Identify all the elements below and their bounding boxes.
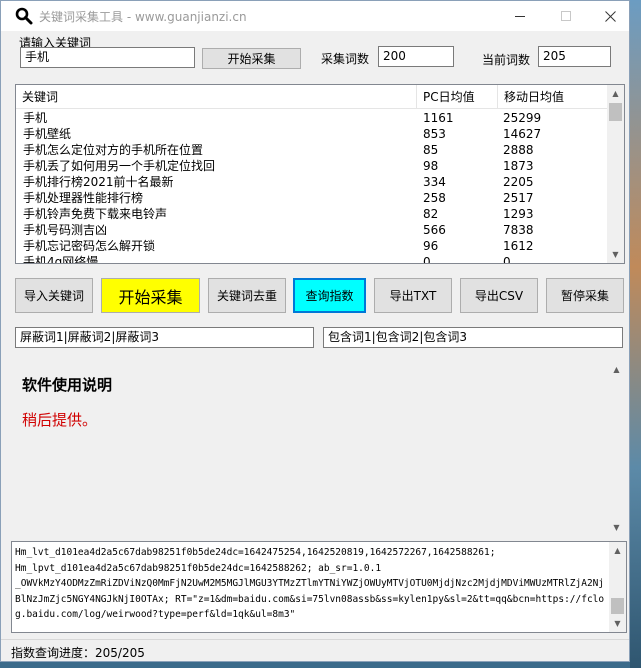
cell-pc: 96 (423, 239, 439, 253)
app-window: 关键词采集工具 - www.guanjianzi.cn 请输入关键词 手机 开始… (0, 0, 630, 662)
column-header-keyword[interactable]: 关键词 (16, 85, 417, 109)
magnifier-icon (15, 7, 33, 25)
cell-pc: 82 (423, 207, 439, 221)
collect-count-label: 采集词数 (321, 52, 370, 66)
cell-keyword: 手机 (23, 111, 48, 125)
keyword-table[interactable]: 关键词 PC日均值 移动日均值 手机 1161 25299 手机壁纸 853 14627 手… (15, 84, 625, 264)
cookie-textbox[interactable]: Hm_lvt_d101ea4d2a5c67dab98251f0b5de24dc=… (11, 541, 627, 633)
import-keywords-button[interactable]: 导入关键词 (15, 278, 93, 313)
cookie-scroll-up-icon[interactable]: ▲ (609, 542, 626, 559)
help-scroll-down-icon[interactable]: ▼ (608, 519, 625, 536)
help-scroll-up-icon[interactable]: ▲ (608, 361, 625, 378)
cookie-scrollbar[interactable]: ▲ ▼ (609, 542, 626, 632)
export-csv-button[interactable]: 导出CSV (460, 278, 538, 313)
cell-pc: 0 (423, 255, 431, 264)
exclude-words-input[interactable]: 屏蔽词1|屏蔽词2|屏蔽词3 (15, 327, 314, 348)
maximize-icon (561, 11, 571, 21)
cell-keyword: 手机4g网络慢 (23, 255, 99, 264)
column-header-pc[interactable]: PC日均值 (417, 85, 498, 109)
cell-mobile: 1612 (503, 239, 534, 253)
cell-mobile: 1873 (503, 159, 534, 173)
cell-mobile: 25299 (503, 111, 542, 125)
cell-pc: 85 (423, 143, 439, 157)
cell-mobile: 2517 (503, 191, 534, 205)
table-header: 关键词 PC日均值 移动日均值 (16, 85, 608, 109)
help-panel: 软件使用说明 稍后提供。 ▲ ▼ (15, 361, 625, 536)
cell-keyword: 手机丢了如何用另一个手机定位找回 (23, 159, 216, 173)
close-icon (604, 10, 616, 22)
help-body: 稍后提供。 (22, 411, 98, 429)
table-row[interactable]: 手机4g网络慢 0 0 (16, 254, 608, 264)
table-row[interactable]: 手机排行榜2021前十名最新 334 2205 (16, 174, 608, 190)
maximize-button[interactable] (543, 1, 589, 31)
help-title: 软件使用说明 (22, 376, 113, 394)
status-bar: 指数查询进度：205/205 (1, 639, 629, 661)
query-index-button[interactable]: 查询指数 (293, 278, 366, 313)
export-txt-button[interactable]: 导出TXT (374, 278, 452, 313)
cell-keyword: 手机处理器性能排行榜 (23, 191, 144, 205)
current-count-input[interactable]: 205 (538, 46, 611, 67)
status-text: 指数查询进度：205/205 (11, 646, 145, 660)
help-scrollbar[interactable]: ▲ ▼ (608, 361, 625, 536)
cookie-text: Hm_lvt_d101ea4d2a5c67dab98251f0b5de24dc=… (15, 547, 605, 620)
pause-collect-button[interactable]: 暂停采集 (546, 278, 624, 313)
cell-keyword: 手机号码测吉凶 (23, 223, 108, 237)
cell-pc: 258 (423, 191, 446, 205)
minimize-icon (515, 15, 525, 17)
current-count-label: 当前词数 (482, 53, 531, 67)
table-row[interactable]: 手机怎么定位对方的手机所在位置 85 2888 (16, 142, 608, 158)
start-collect-button[interactable]: 开始采集 (101, 278, 200, 313)
table-scrollbar[interactable]: ▲ ▼ (607, 85, 624, 263)
cell-keyword: 手机壁纸 (23, 127, 72, 141)
scroll-down-arrow-icon[interactable]: ▼ (607, 246, 624, 263)
cell-keyword: 手机铃声免费下载来电铃声 (23, 207, 168, 221)
cell-mobile: 14627 (503, 127, 542, 141)
table-row[interactable]: 手机丢了如何用另一个手机定位找回 98 1873 (16, 158, 608, 174)
column-header-mobile[interactable]: 移动日均值 (498, 85, 608, 109)
cell-pc: 334 (423, 175, 446, 189)
scroll-thumb[interactable] (609, 103, 622, 121)
cell-pc: 566 (423, 223, 446, 237)
cell-keyword: 手机怎么定位对方的手机所在位置 (23, 143, 204, 157)
table-row[interactable]: 手机 1161 25299 (16, 110, 608, 126)
keyword-input[interactable]: 手机 (20, 47, 195, 68)
include-words-input[interactable]: 包含词1|包含词2|包含词3 (323, 327, 623, 348)
cell-pc: 853 (423, 127, 446, 141)
cookie-scroll-down-icon[interactable]: ▼ (609, 615, 626, 632)
cookie-scroll-thumb[interactable] (611, 598, 624, 614)
cell-mobile: 0 (503, 255, 511, 264)
cell-keyword: 手机排行榜2021前十名最新 (23, 175, 174, 189)
collect-count-input[interactable]: 200 (378, 46, 454, 67)
scroll-up-arrow-icon[interactable]: ▲ (607, 85, 624, 102)
table-row[interactable]: 手机壁纸 853 14627 (16, 126, 608, 142)
cell-pc: 1161 (423, 111, 454, 125)
cell-mobile: 7838 (503, 223, 534, 237)
cell-mobile: 2888 (503, 143, 534, 157)
title-bar[interactable]: 关键词采集工具 - www.guanjianzi.cn (1, 1, 629, 31)
desktop-background (630, 0, 641, 668)
dedupe-keywords-button[interactable]: 关键词去重 (208, 278, 286, 313)
window-title: 关键词采集工具 - www.guanjianzi.cn (39, 10, 247, 24)
table-row[interactable]: 手机铃声免费下载来电铃声 82 1293 (16, 206, 608, 222)
cell-mobile: 2205 (503, 175, 534, 189)
table-row[interactable]: 手机处理器性能排行榜 258 2517 (16, 190, 608, 206)
cell-pc: 98 (423, 159, 439, 173)
table-row[interactable]: 手机号码测吉凶 566 7838 (16, 222, 608, 238)
minimize-button[interactable] (497, 1, 543, 31)
start-collect-button-small[interactable]: 开始采集 (202, 48, 301, 69)
close-button[interactable] (587, 1, 633, 31)
cell-keyword: 手机忘记密码怎么解开锁 (23, 239, 156, 253)
table-row[interactable]: 手机忘记密码怎么解开锁 96 1612 (16, 238, 608, 254)
cell-mobile: 1293 (503, 207, 534, 221)
table-rows: 手机 1161 25299 手机壁纸 853 14627 手机怎么定位对方的手机所在位置 85… (16, 110, 608, 264)
